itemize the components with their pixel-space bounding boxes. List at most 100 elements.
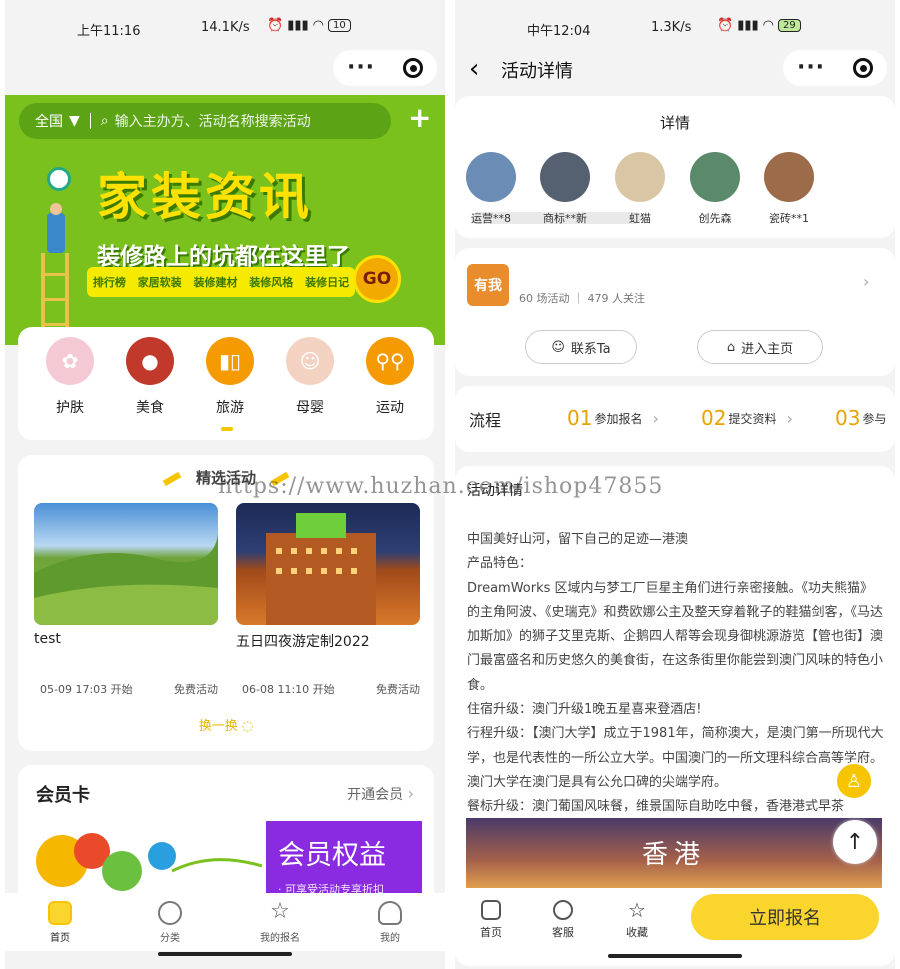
details-text: 中国美好山河，留下自己的足迹—港澳 产品特色： DreamWorks 区域内与梦…: [467, 528, 885, 820]
open-member-link[interactable]: 开通会员 ›: [347, 784, 414, 804]
status-bar: 上午11:16 14.1K/s ⏰ ▮▮▮ ◠ 10: [5, 0, 445, 56]
participants-card: 详情 运营**8 商标**新 虹猫 创先森 瓷砖**1: [455, 96, 895, 238]
chat-icon: ☺: [551, 339, 565, 355]
tab-mine[interactable]: 我的: [335, 893, 445, 951]
hong-kong-image: 香港: [466, 818, 882, 888]
floating-user-button[interactable]: ♙: [835, 762, 873, 800]
status-icons: ⏰ ▮▮▮ ◠ 29: [717, 18, 801, 33]
homepage-button[interactable]: ⌂ 进入主页: [697, 330, 823, 364]
tab-category[interactable]: 分类: [115, 893, 225, 951]
details-line: 餐标升级：澳门葡国风味餐，维景国际自助吃中餐，香港港式早茶: [467, 799, 845, 815]
banner-tags: 排行榜 家居软装 装修建材 装修风格 装修日记: [87, 267, 355, 297]
activity-meta: 06-08 11:10 开始 免费活动: [242, 681, 420, 697]
home-icon: [48, 901, 72, 925]
participant-name: 运营**8: [471, 212, 511, 225]
activity-name: 五日四夜游定制2022: [236, 634, 370, 650]
category-sports[interactable]: ⚲⚲ 运动: [360, 337, 420, 417]
more-icon[interactable]: ···: [347, 57, 375, 79]
flow-card: [455, 386, 895, 452]
divider: [89, 113, 91, 129]
participant-name: 创先森: [698, 212, 732, 225]
avatar: [690, 152, 740, 202]
tab-service[interactable]: 客服: [539, 900, 587, 940]
details-line: 中国美好山河，留下自己的足迹—港澳: [467, 532, 689, 547]
step-number: 02: [701, 406, 727, 430]
close-target-icon[interactable]: [853, 58, 873, 78]
go-button[interactable]: GO: [353, 255, 401, 303]
category-food[interactable]: ● 美食: [120, 337, 180, 417]
page-title: 活动详情: [501, 61, 573, 82]
step-number: 03: [835, 406, 861, 430]
back-to-top-button[interactable]: ↑: [833, 820, 877, 864]
back-icon[interactable]: ‹: [469, 54, 479, 84]
participant[interactable]: 运营**8: [459, 152, 523, 226]
search-icon: ⌕: [100, 113, 109, 129]
home-indicator: [608, 954, 742, 958]
category-label: 母婴: [296, 400, 324, 416]
details-line: 住宿升级：澳门升级1晚五星喜来登酒店!: [467, 702, 702, 718]
alarm-icon: ⏰: [717, 18, 734, 33]
star-icon: ☆: [628, 898, 646, 922]
activity-price: 免费活动: [376, 683, 420, 696]
page-indicator: [221, 427, 233, 431]
banner-subtitle: 装修路上的坑都在这里了: [97, 244, 350, 270]
status-bar: 中午12:04 1.3K/s ⏰ ▮▮▮ ◠ 29: [455, 0, 895, 56]
category-travel[interactable]: ▮▯ 旅游: [200, 337, 260, 417]
watermark: https://www.huzhan.com/ishop47855: [218, 474, 664, 499]
member-card-section: 会员卡 开通会员 › 会员权益 · 可享受活动专享折扣: [18, 765, 434, 905]
participant[interactable]: 创先森: [683, 152, 747, 226]
participant[interactable]: 商标**新: [533, 152, 597, 226]
chevron-right-icon: ›: [786, 408, 793, 428]
user-icon: ♙: [845, 770, 863, 792]
tab-label: 分类: [160, 933, 180, 944]
signal-icon: ▮▮▮: [287, 18, 309, 33]
chevron-right-icon[interactable]: ›: [863, 272, 869, 291]
activity-price: 免费活动: [174, 683, 218, 696]
banner-tag: 排行榜: [92, 276, 126, 289]
search-bar[interactable]: 全国 ▼ ⌕ 输入主办方、活动名称搜索活动: [19, 103, 391, 139]
tab-home[interactable]: 首页: [467, 900, 515, 940]
wifi-icon: ◠: [762, 18, 774, 33]
baby-icon: ☺: [286, 337, 334, 385]
flow-step: 02 提交资料 ›: [701, 406, 793, 430]
food-icon: ●: [126, 337, 174, 385]
tab-label: 首页: [50, 933, 70, 944]
flow-step: 01 参加报名 ›: [567, 406, 659, 430]
tab-my-signups[interactable]: ☆ 我的报名: [225, 893, 335, 951]
avatar: [615, 152, 665, 202]
details-line: DreamWorks 区域内与梦工厂巨星主角们进行亲密接触。《功夫熊猫》的主角阿…: [467, 580, 884, 693]
contact-button[interactable]: ☺ 联系Ta: [525, 330, 637, 364]
home-banner[interactable]: 全国 ▼ ⌕ 输入主办方、活动名称搜索活动 + 家装资讯 装修路上的坑都在这里了…: [5, 95, 445, 345]
participant[interactable]: 瓷砖**1: [757, 152, 821, 226]
flow-title: 流程: [469, 411, 502, 430]
category-skincare[interactable]: ✿ 护肤: [40, 337, 100, 417]
tab-label: 我的报名: [260, 933, 300, 944]
mini-program-capsule: ···: [333, 50, 437, 86]
travel-icon: ▮▯: [206, 337, 254, 385]
bottom-action-bar: 首页 客服 ☆ 收藏 立即报名: [455, 890, 895, 952]
activity-card[interactable]: 五日四夜游定制2022 06-08 11:10 开始 免费活动: [236, 503, 420, 696]
network-speed: 14.1K/s: [201, 20, 250, 35]
activity-time: 06-08 11:10 开始: [242, 683, 335, 696]
tab-favorite[interactable]: ☆ 收藏: [613, 900, 661, 940]
search-input[interactable]: 输入主办方、活动名称搜索活动: [115, 111, 311, 131]
more-icon[interactable]: ···: [797, 57, 825, 79]
chevron-down-icon: ▼: [69, 113, 80, 129]
activity-card[interactable]: test 05-09 17:03 开始 免费活动: [34, 503, 218, 696]
status-time: 中午12:04: [527, 24, 591, 39]
category-baby[interactable]: ☺ 母婴: [280, 337, 340, 417]
plus-icon[interactable]: +: [408, 101, 431, 134]
status-time: 上午11:16: [77, 24, 141, 39]
member-title: 会员卡: [36, 785, 90, 806]
participant[interactable]: 虹猫: [608, 152, 672, 226]
avatar: [764, 152, 814, 202]
organizer-logo[interactable]: 有我: [467, 264, 509, 306]
close-target-icon[interactable]: [403, 58, 423, 78]
member-benefits-title: 会员权益: [278, 840, 386, 871]
signup-button[interactable]: 立即报名: [691, 894, 879, 940]
refresh-button[interactable]: 换一换 ◌: [18, 715, 434, 734]
region-select[interactable]: 全国: [35, 111, 63, 131]
tab-home[interactable]: 首页: [5, 893, 115, 951]
featured-activities: 精选活动 test 05-09 17:03 开始 免费活动 五日四夜游定制202…: [18, 455, 434, 751]
tab-label: 首页: [480, 926, 502, 939]
